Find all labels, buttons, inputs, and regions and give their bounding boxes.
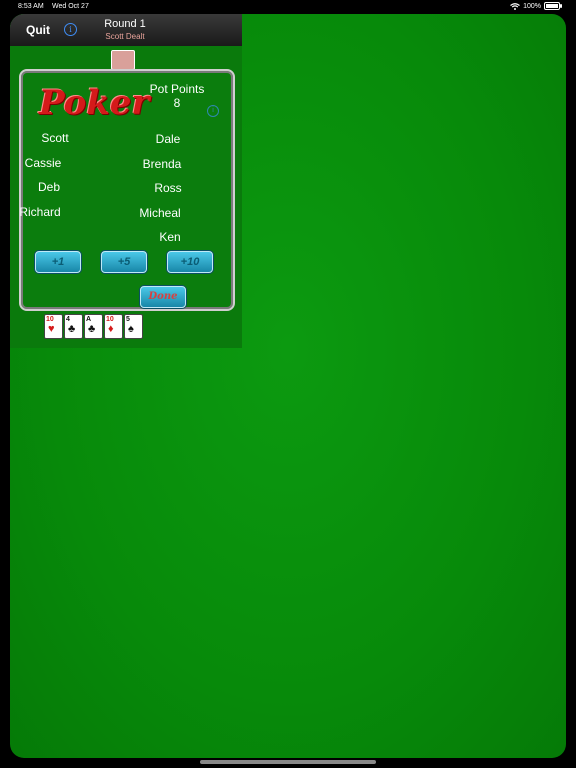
player-left[interactable]: Deb [19, 180, 79, 194]
wifi-icon [510, 2, 520, 10]
club-suit-icon: ♣ [88, 323, 96, 335]
club-suit-icon: ♣ [68, 323, 76, 335]
status-date: Wed Oct 27 [52, 3, 89, 10]
deck-card [111, 50, 135, 70]
poker-dialog: Poker Pot Points 8 i Scott Cassie Deb Ri… [19, 69, 235, 311]
playing-card[interactable]: 10 ♦ [104, 314, 123, 339]
player-hand: 10 ♥ 4 ♣ A ♣ 10 ♦ 5 ♠ [44, 314, 143, 339]
player-left[interactable]: Scott [25, 131, 85, 145]
playing-card[interactable]: A ♣ [84, 314, 103, 339]
status-bar: 8:53 AM Wed Oct 27 100% [0, 0, 576, 14]
pot-points-label: Pot Points [149, 82, 205, 96]
player-left[interactable]: Cassie [13, 156, 73, 170]
done-button[interactable]: Done [140, 286, 186, 308]
diamond-suit-icon: ♦ [108, 323, 114, 335]
game-panel: Quit i Round 1 Scott Dealt Poker Pot Poi… [10, 14, 242, 348]
game-screen: Quit i Round 1 Scott Dealt Poker Pot Poi… [10, 14, 566, 758]
player-right[interactable]: Micheal [130, 206, 190, 220]
pot-points-value: 8 [173, 96, 181, 110]
home-indicator[interactable] [200, 760, 376, 764]
info-icon[interactable]: i [207, 105, 219, 117]
heart-suit-icon: ♥ [48, 323, 55, 335]
player-left[interactable]: Richard [10, 205, 70, 219]
battery-icon [544, 2, 562, 10]
status-right: 100% [510, 2, 562, 10]
add-five-button[interactable]: +5 [101, 251, 147, 273]
add-one-button[interactable]: +1 [35, 251, 81, 273]
battery-percent: 100% [523, 2, 541, 10]
player-right[interactable]: Ken [140, 230, 200, 244]
navigation-bar: Quit i Round 1 Scott Dealt [10, 14, 242, 46]
player-right[interactable]: Dale [138, 132, 198, 146]
playing-card[interactable]: 10 ♥ [44, 314, 63, 339]
status-time: 8:53 AM [18, 3, 44, 10]
player-right[interactable]: Brenda [132, 157, 192, 171]
poker-logo: Poker [39, 83, 150, 123]
dealer-subtitle: Scott Dealt [105, 32, 145, 41]
playing-card[interactable]: 5 ♠ [124, 314, 143, 339]
playing-card[interactable]: 4 ♣ [64, 314, 83, 339]
spade-suit-icon: ♠ [128, 323, 134, 335]
quit-button[interactable]: Quit [26, 23, 50, 37]
player-right[interactable]: Ross [138, 181, 198, 195]
round-title: Round 1 [104, 18, 146, 30]
add-ten-button[interactable]: +10 [167, 251, 213, 273]
